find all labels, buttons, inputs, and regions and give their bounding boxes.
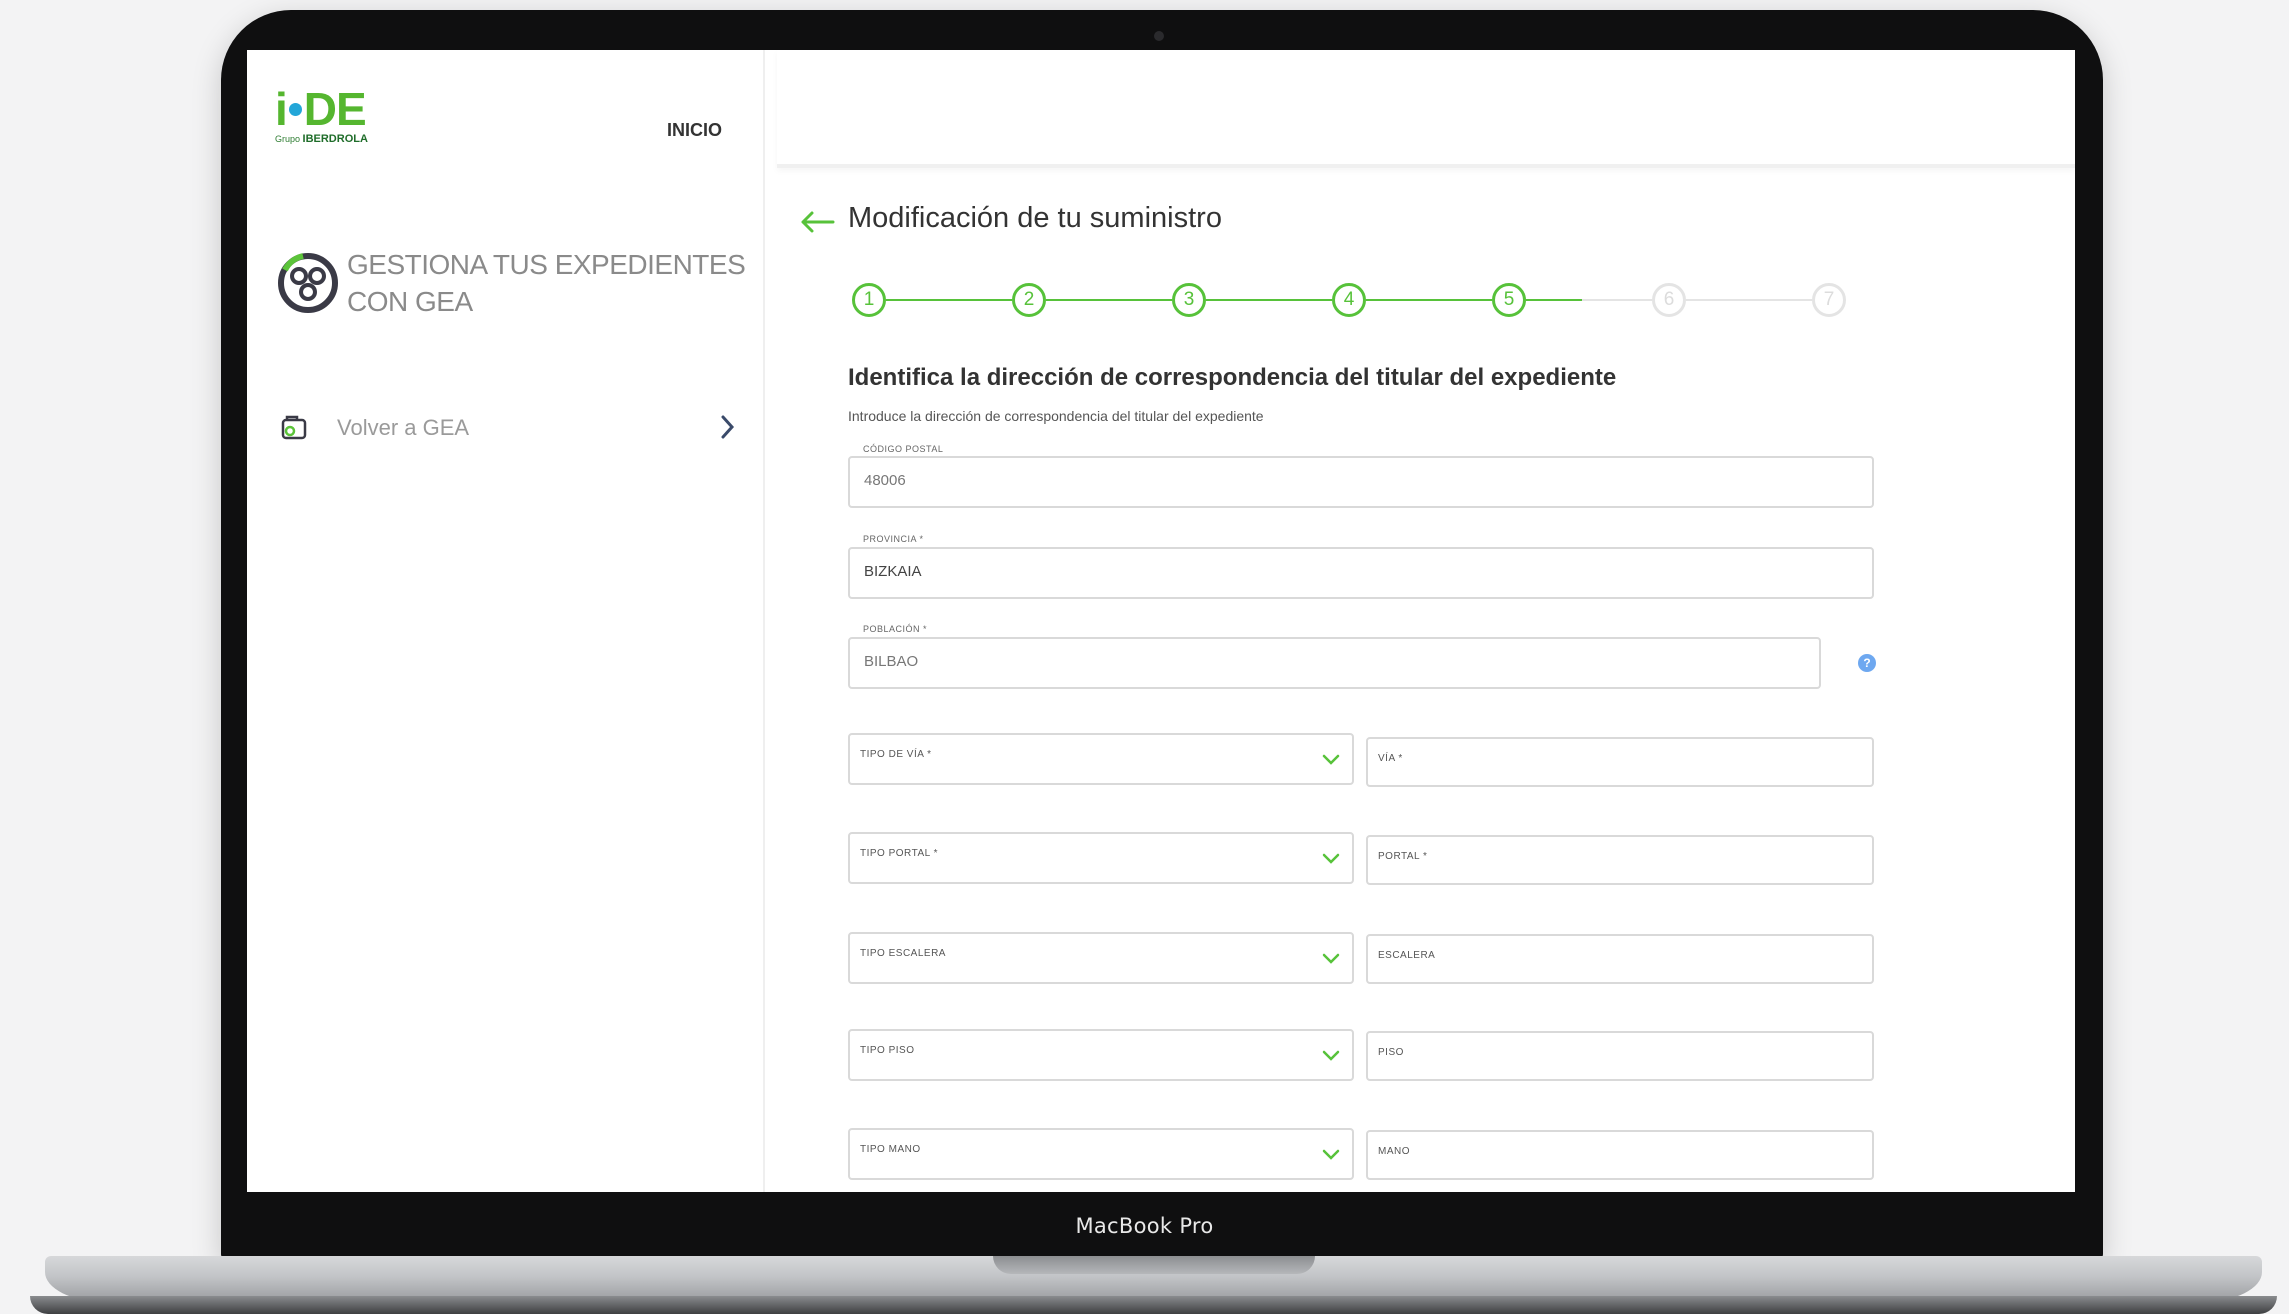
- codigo-postal-label: CÓDIGO POSTAL: [863, 444, 944, 454]
- top-bar: [777, 50, 2075, 168]
- piso-label: PISO: [1378, 1047, 1404, 1058]
- logo-subtitle: Grupo IBERDROLA: [275, 133, 368, 145]
- screen: i DE Grupo IBERDROLA GESTIONA TUS EXPEDIE…: [247, 50, 2075, 1192]
- tipo-mano-select[interactable]: TIPO MANO: [848, 1128, 1354, 1180]
- step-4: 4: [1332, 283, 1366, 317]
- chevron-right-icon: [721, 415, 735, 439]
- step-7: 7: [1812, 283, 1846, 317]
- mano-label: MANO: [1378, 1146, 1410, 1157]
- section-subtitle: Introduce la dirección de correspondenci…: [848, 408, 1264, 424]
- step-connector: [886, 299, 1012, 301]
- chevron-down-icon: [1322, 953, 1340, 964]
- device-model-label: MacBook Pro: [1075, 1214, 1214, 1238]
- tipo-escalera-select[interactable]: TIPO ESCALERA: [848, 932, 1354, 984]
- tipo-escalera-label: TIPO ESCALERA: [860, 948, 946, 959]
- folder-icon: [281, 415, 307, 440]
- step-connector: [1366, 299, 1492, 301]
- chevron-down-icon: [1322, 754, 1340, 765]
- provincia-label: PROVINCIA *: [863, 534, 924, 544]
- progress-stepper: 1 2 3 4 5 6 7: [852, 283, 1852, 323]
- step-connector: [1686, 299, 1812, 301]
- help-icon[interactable]: ?: [1858, 654, 1876, 672]
- poblacion-input[interactable]: BILBAO: [848, 637, 1821, 689]
- laptop-notch: [993, 1256, 1315, 1274]
- volver-label: Volver a GEA: [337, 415, 470, 440]
- gea-title-line2: CON GEA: [347, 286, 473, 317]
- chevron-down-icon: [1322, 1050, 1340, 1061]
- step-1: 1: [852, 283, 886, 317]
- provincia-input[interactable]: BIZKAIA: [848, 547, 1874, 599]
- poblacion-label: POBLACIÓN *: [863, 624, 928, 634]
- page-title: Modificación de tu suministro: [848, 202, 1222, 234]
- via-label: VÍA *: [1378, 753, 1403, 764]
- tipo-piso-label: TIPO PISO: [860, 1045, 915, 1056]
- chevron-down-icon: [1322, 853, 1340, 864]
- laptop-base-edge: [30, 1296, 2277, 1314]
- piso-input[interactable]: PISO: [1366, 1031, 1874, 1081]
- volver-gea-link[interactable]: Volver a GEA: [279, 408, 739, 448]
- tipo-portal-select[interactable]: TIPO PORTAL *: [848, 832, 1354, 884]
- tipo-piso-select[interactable]: TIPO PISO: [848, 1029, 1354, 1081]
- nav-inicio[interactable]: INICIO: [667, 120, 722, 141]
- ide-logo[interactable]: i DE Grupo IBERDROLA: [275, 86, 368, 145]
- gea-heading: GESTIONA TUS EXPEDIENTES CON GEA: [277, 246, 746, 320]
- step-2: 2: [1012, 283, 1046, 317]
- codigo-postal-value: 48006: [864, 472, 906, 489]
- tipo-portal-label: TIPO PORTAL *: [860, 848, 938, 859]
- via-input[interactable]: VÍA *: [1366, 737, 1874, 787]
- chevron-down-icon: [1322, 1149, 1340, 1160]
- step-connector: [1582, 299, 1652, 301]
- gea-title-line1: GESTIONA TUS EXPEDIENTES: [347, 249, 746, 280]
- step-connector: [1526, 299, 1582, 301]
- step-5: 5: [1492, 283, 1526, 317]
- portal-input[interactable]: PORTAL *: [1366, 835, 1874, 885]
- portal-label: PORTAL *: [1378, 851, 1428, 862]
- logo-dot-icon: [288, 102, 302, 116]
- codigo-postal-input[interactable]: 48006: [848, 456, 1874, 508]
- tipo-mano-label: TIPO MANO: [860, 1144, 921, 1155]
- logo-wordmark: i DE: [275, 83, 367, 135]
- step-6: 6: [1652, 283, 1686, 317]
- back-arrow-icon[interactable]: [799, 210, 835, 234]
- section-title: Identifica la dirección de correspondenc…: [848, 364, 1617, 391]
- tipo-via-select[interactable]: TIPO DE VÍA *: [848, 733, 1354, 785]
- escalera-input[interactable]: ESCALERA: [1366, 934, 1874, 984]
- gea-logo-icon: [278, 253, 338, 313]
- tipo-via-label: TIPO DE VÍA *: [860, 749, 932, 760]
- poblacion-value: BILBAO: [864, 653, 919, 670]
- camera-icon: [1154, 31, 1164, 41]
- step-connector: [1046, 299, 1172, 301]
- escalera-label: ESCALERA: [1378, 950, 1436, 961]
- sidebar: i DE Grupo IBERDROLA GESTIONA TUS EXPEDIE…: [247, 50, 765, 1192]
- mano-input[interactable]: MANO: [1366, 1130, 1874, 1180]
- step-connector: [1206, 299, 1332, 301]
- provincia-value: BIZKAIA: [864, 563, 922, 580]
- step-3: 3: [1172, 283, 1206, 317]
